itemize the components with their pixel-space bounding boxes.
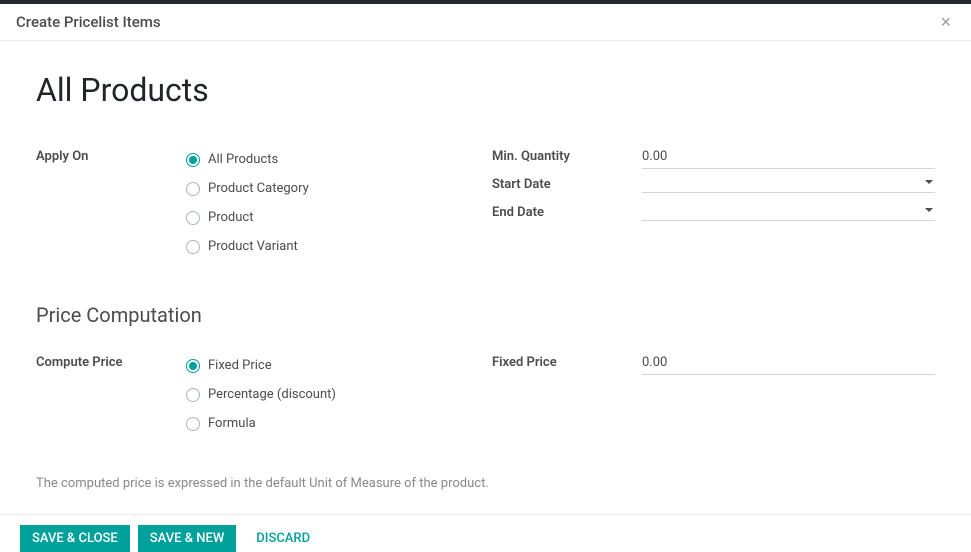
start-date-label: Start Date	[492, 173, 642, 192]
form-row-1: Apply On All Products Product Category P…	[36, 145, 935, 261]
radio-label: All Products	[208, 152, 278, 167]
apply-on-field: Apply On All Products Product Category P…	[36, 145, 492, 261]
radio-percentage[interactable]: Percentage (discount)	[186, 380, 492, 409]
radio-all-products[interactable]: All Products	[186, 145, 492, 174]
close-button[interactable]: ×	[936, 13, 955, 31]
radio-icon	[186, 182, 200, 196]
radio-label: Percentage (discount)	[208, 387, 336, 402]
fixed-price-input[interactable]	[642, 351, 935, 375]
compute-price-label: Compute Price	[36, 351, 186, 370]
modal-footer: Save & Close Save & New Discard	[0, 514, 971, 552]
radio-product-category[interactable]: Product Category	[186, 174, 492, 203]
chevron-down-icon	[925, 180, 933, 184]
discard-button[interactable]: Discard	[244, 525, 322, 552]
radio-product[interactable]: Product	[186, 203, 492, 232]
modal-title: Create Pricelist Items	[16, 13, 161, 31]
fixed-price-label: Fixed Price	[492, 351, 642, 370]
radio-fixed-price[interactable]: Fixed Price	[186, 351, 492, 380]
start-date-value-wrap	[642, 173, 935, 193]
radio-product-variant[interactable]: Product Variant	[186, 232, 492, 261]
min-quantity-label: Min. Quantity	[492, 145, 642, 164]
close-icon: ×	[940, 12, 951, 32]
save-new-button[interactable]: Save & New	[138, 525, 237, 552]
end-date-dropdown[interactable]	[642, 201, 935, 221]
right-column: Min. Quantity Start Date End Date	[492, 145, 935, 261]
radio-label: Product Category	[208, 181, 309, 196]
radio-icon	[186, 417, 200, 431]
compute-price-field: Compute Price Fixed Price Percentage (di…	[36, 351, 492, 438]
radio-label: Product	[208, 210, 253, 225]
fixed-price-field: Fixed Price	[492, 351, 935, 379]
radio-formula[interactable]: Formula	[186, 409, 492, 438]
apply-on-radio-group: All Products Product Category Product Pr…	[186, 145, 492, 261]
min-quantity-input[interactable]	[642, 145, 935, 169]
save-close-button[interactable]: Save & Close	[20, 525, 130, 552]
start-date-field: Start Date	[492, 173, 935, 201]
start-date-dropdown[interactable]	[642, 173, 935, 193]
min-quantity-field: Min. Quantity	[492, 145, 935, 173]
apply-on-label: Apply On	[36, 145, 186, 164]
radio-icon	[186, 359, 200, 373]
compute-price-radio-group: Fixed Price Percentage (discount) Formul…	[186, 351, 492, 438]
radio-label: Formula	[208, 416, 256, 431]
end-date-label: End Date	[492, 201, 642, 220]
form-row-2: Compute Price Fixed Price Percentage (di…	[36, 351, 935, 438]
radio-label: Fixed Price	[208, 358, 272, 373]
end-date-value-wrap	[642, 201, 935, 221]
min-quantity-value-wrap	[642, 145, 935, 169]
radio-icon	[186, 388, 200, 402]
fixed-price-value-wrap	[642, 351, 935, 375]
chevron-down-icon	[925, 208, 933, 212]
radio-icon	[186, 153, 200, 167]
price-computation-title: Price Computation	[36, 303, 935, 327]
left-column-2: Compute Price Fixed Price Percentage (di…	[36, 351, 492, 438]
end-date-field: End Date	[492, 201, 935, 229]
left-column: Apply On All Products Product Category P…	[36, 145, 492, 261]
page-title: All Products	[36, 71, 935, 109]
right-column-2: Fixed Price	[492, 351, 935, 438]
helper-text: The computed price is expressed in the d…	[36, 476, 935, 491]
radio-icon	[186, 240, 200, 254]
radio-label: Product Variant	[208, 239, 298, 254]
modal-header: Create Pricelist Items ×	[0, 4, 971, 41]
radio-icon	[186, 211, 200, 225]
modal-body: All Products Apply On All Products Produ…	[0, 41, 971, 507]
